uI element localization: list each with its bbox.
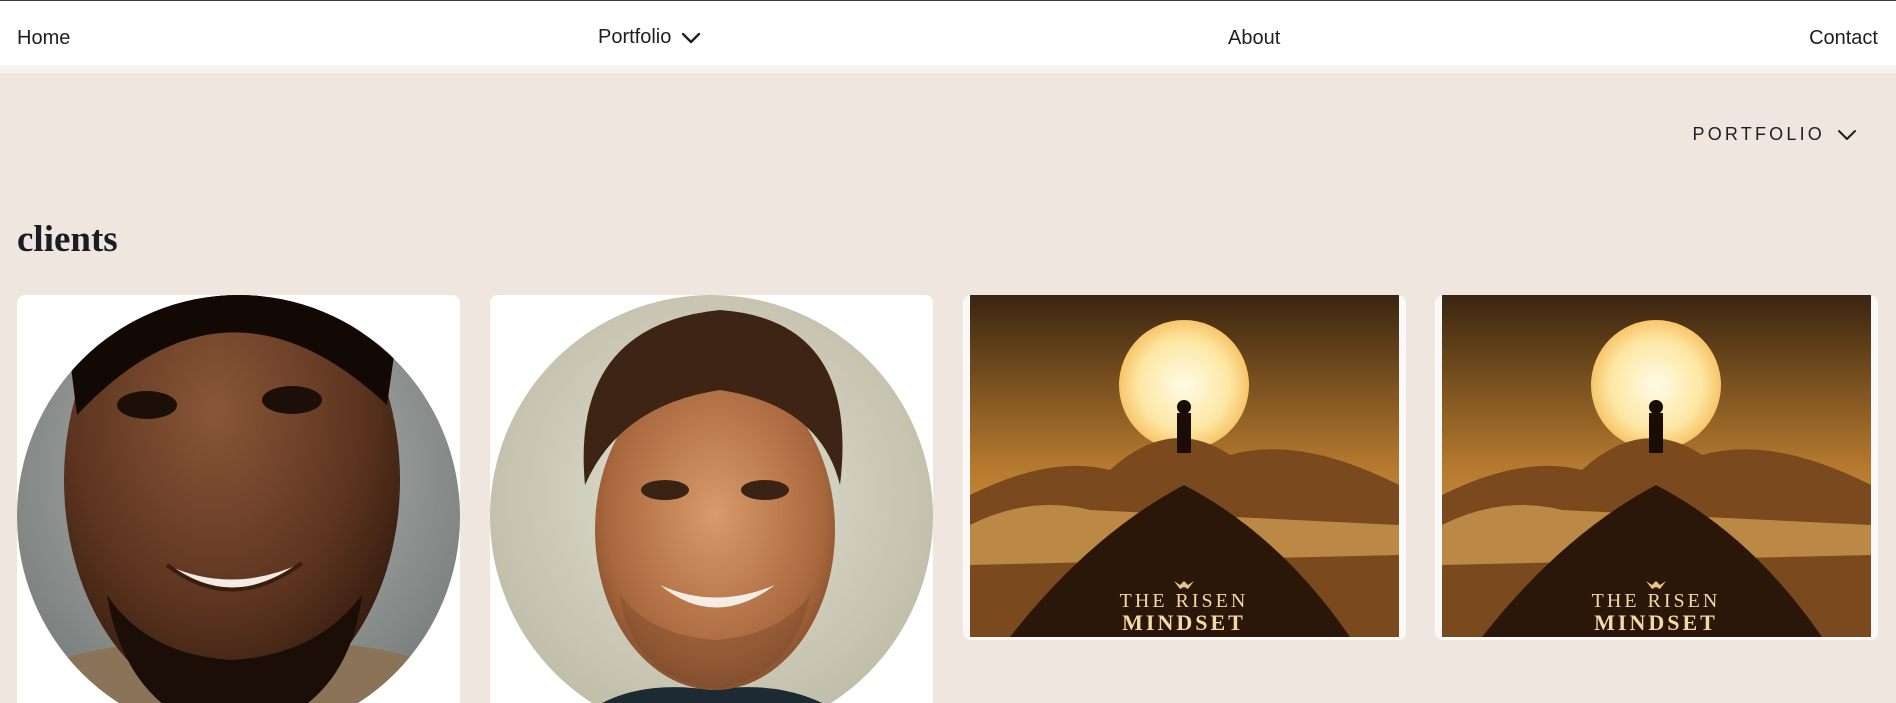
nav-about-label: About — [1228, 27, 1281, 49]
poster-illustration: THE RISEN MINDSET — [970, 295, 1399, 637]
risen-mindset-poster-image: THE RISEN MINDSET — [1442, 295, 1871, 637]
nav-about-link[interactable]: About — [1228, 27, 1280, 50]
nav-contact-label: Contact — [1809, 27, 1878, 49]
gallery-item-portrait-2[interactable] — [490, 295, 933, 703]
top-navigation: Home Portfolio About Contact — [0, 0, 1896, 73]
poster-title-line1: THE RISEN — [1592, 590, 1721, 612]
nav-contact-link[interactable]: Contact — [1809, 27, 1878, 50]
client-portrait-image — [490, 295, 933, 703]
chevron-down-icon — [1838, 129, 1856, 140]
client-portrait-image — [17, 295, 460, 703]
gallery-item-poster-1[interactable]: THE RISEN MINDSET — [963, 295, 1406, 640]
poster-title-line1: THE RISEN — [1120, 590, 1249, 612]
poster-title-line2: MINDSET — [1594, 610, 1718, 635]
gallery-item-portrait-1[interactable] — [17, 295, 460, 703]
portfolio-dropdown-label: PORTFOLIO — [1692, 124, 1825, 144]
portrait-illustration — [17, 295, 460, 703]
risen-mindset-poster-image: THE RISEN MINDSET — [970, 295, 1399, 637]
poster-illustration: THE RISEN MINDSET — [1442, 295, 1871, 637]
nav-home-label: Home — [17, 27, 71, 49]
portrait-illustration — [490, 295, 933, 703]
portfolio-category-dropdown[interactable]: PORTFOLIO — [1693, 124, 1858, 145]
nav-portfolio-dropdown[interactable]: Portfolio — [598, 26, 701, 49]
nav-portfolio-label: Portfolio — [598, 26, 672, 48]
page-title: clients — [17, 219, 118, 260]
gallery-item-poster-2[interactable]: THE RISEN MINDSET — [1435, 295, 1878, 640]
poster-title-line2: MINDSET — [1122, 610, 1246, 635]
chevron-down-icon — [682, 32, 701, 43]
nav-home-link[interactable]: Home — [17, 27, 70, 50]
